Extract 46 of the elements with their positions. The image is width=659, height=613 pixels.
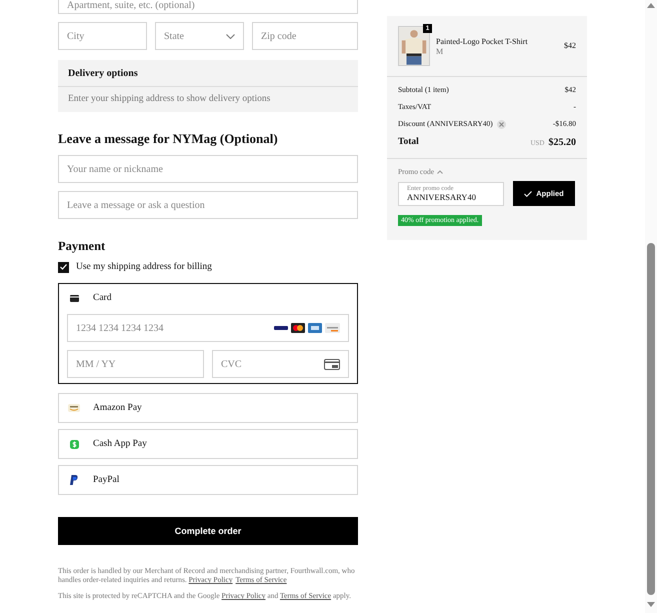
input-field[interactable]: City [58,22,147,50]
input-field[interactable]: Your name or nickname [58,155,358,183]
card-number-field[interactable]: 1234 1234 1234 1234 [67,314,349,342]
scrollbar[interactable] [645,0,657,613]
checkbox[interactable] [58,262,69,273]
chevron-up-icon [437,170,444,174]
total-label: Total [398,136,419,150]
product-name: Painted-Logo Pocket T-Shirt [436,36,529,46]
discover-icon [325,323,340,334]
payment-option[interactable]: Card 1234 1234 1234 1234 MM / YY CVC [58,283,358,384]
chevron-down-icon [226,34,235,38]
payment-option-label: Amazon Pay [93,402,142,416]
input-field[interactable]: Leave a message or ask a question [58,191,358,219]
section-heading: Leave a message for NYMag (Optional) [58,131,279,147]
check-icon [524,190,532,197]
card-icon [70,294,78,302]
smile-icon [68,404,80,412]
payment-option[interactable]: Amazon Pay [58,393,358,424]
visa-icon [274,326,288,330]
p-icon [70,475,78,486]
state-select[interactable]: State [155,22,244,50]
dollar-icon [70,440,78,449]
payment-option-label: Cash App Pay [93,438,147,452]
payment-option-label: PayPal [93,474,120,488]
product-price: $42 [564,40,576,52]
complete-order-button[interactable]: Complete order [58,517,358,546]
input-field[interactable]: Zip code [252,22,358,50]
checkbox-label: Use my shipping address for billing [76,261,212,274]
expiry-field[interactable]: MM / YY [67,350,204,378]
mastercard-icon [291,323,305,334]
total-value: $25.20 [548,136,576,150]
cvc-card-icon [324,358,340,370]
delivery-message: Enter your shipping address to show delivery options [67,93,272,106]
payment-option[interactable]: Cash App Pay [58,429,358,460]
delivery-title: Delivery options [58,60,358,87]
payment-option[interactable]: PayPal [58,465,358,496]
payment-option-label: Card [93,292,112,306]
amex-icon [308,323,322,334]
scrollbar-thumb[interactable] [647,243,655,595]
scroll-up-icon[interactable] [647,3,655,8]
scroll-down-icon[interactable] [647,602,655,607]
section-heading: Payment [58,238,106,254]
cvc-field[interactable]: CVC [212,350,349,378]
input-field[interactable]: Apartment, suite, etc. (optional) [58,0,358,14]
product-variant: M [436,46,444,56]
remove-discount-button[interactable] [496,120,506,128]
